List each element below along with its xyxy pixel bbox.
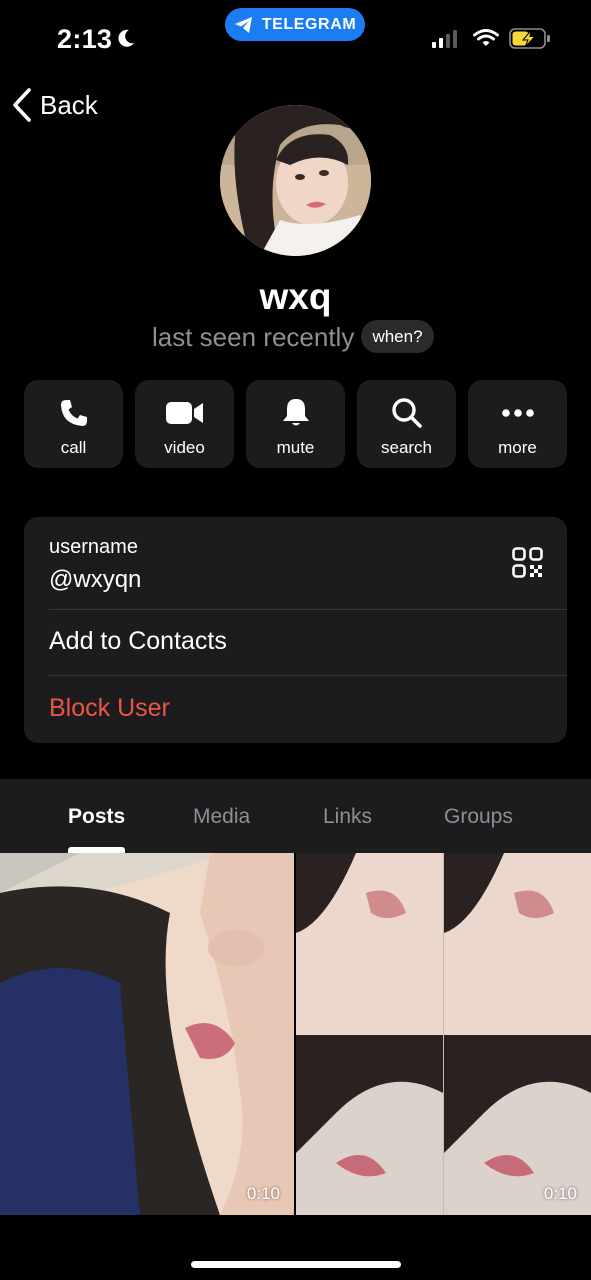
telegram-app-pill[interactable]: TELEGRAM [225, 8, 365, 41]
action-buttons-row: call video mute search more [24, 380, 567, 468]
mute-label: mute [276, 438, 315, 457]
search-icon [391, 398, 422, 428]
search-label: search [380, 438, 433, 457]
video-duration: 0:10 [246, 1184, 280, 1203]
media-grid: 0:10 0:10 [0, 853, 591, 1215]
bell-icon [282, 399, 309, 426]
username-label: username [49, 536, 138, 558]
more-label: more [498, 438, 537, 457]
tab-groups[interactable]: Groups [444, 805, 513, 829]
battery-charging-icon [509, 28, 550, 49]
video-camera-icon [165, 402, 203, 424]
video-button[interactable]: video [135, 380, 234, 468]
back-label: Back [40, 89, 98, 120]
profile-avatar[interactable] [220, 105, 371, 256]
telegram-plane-icon [234, 16, 252, 33]
media-tile[interactable]: 0:10 [0, 853, 294, 1215]
avatar-photo [220, 105, 371, 256]
home-indicator [191, 1261, 401, 1268]
divider [49, 609, 567, 610]
tab-media[interactable]: Media [193, 805, 250, 829]
username-value[interactable]: @wxyqn [49, 566, 141, 594]
wifi-icon [473, 29, 499, 46]
grid-divider [294, 853, 296, 1215]
chevron-left-icon [13, 88, 31, 122]
info-card: username @wxyqn Add to Contacts Block Us… [24, 517, 567, 743]
app-pill-label: TELEGRAM [261, 15, 357, 33]
media-tile[interactable]: 0:10 [296, 853, 591, 1215]
video-thumbnail [296, 853, 591, 1215]
tab-links[interactable]: Links [323, 805, 372, 829]
phone-icon [60, 400, 87, 426]
back-button[interactable]: Back [12, 88, 98, 122]
video-duration: 0:10 [543, 1184, 577, 1203]
more-dots-icon [501, 409, 534, 417]
signal-icon [432, 30, 457, 48]
status-time: 2:13 [57, 24, 113, 54]
video-thumbnail [0, 853, 294, 1215]
call-label: call [60, 438, 87, 457]
video-label: video [164, 438, 205, 457]
mute-button[interactable]: mute [246, 380, 345, 468]
qr-code-icon[interactable] [512, 547, 543, 578]
block-user-button[interactable]: Block User [49, 694, 170, 723]
moon-icon [118, 29, 134, 47]
add-to-contacts-button[interactable]: Add to Contacts [49, 627, 227, 656]
tab-posts[interactable]: Posts [68, 805, 125, 829]
profile-tabs: Posts Media Links Groups [0, 779, 591, 853]
call-button[interactable]: call [24, 380, 123, 468]
divider [49, 675, 567, 676]
search-button[interactable]: search [357, 380, 456, 468]
when-button[interactable]: when? [361, 320, 434, 353]
last-seen-status: last seen recently [152, 322, 355, 352]
profile-name: wxq [259, 276, 332, 317]
more-button[interactable]: more [468, 380, 567, 468]
